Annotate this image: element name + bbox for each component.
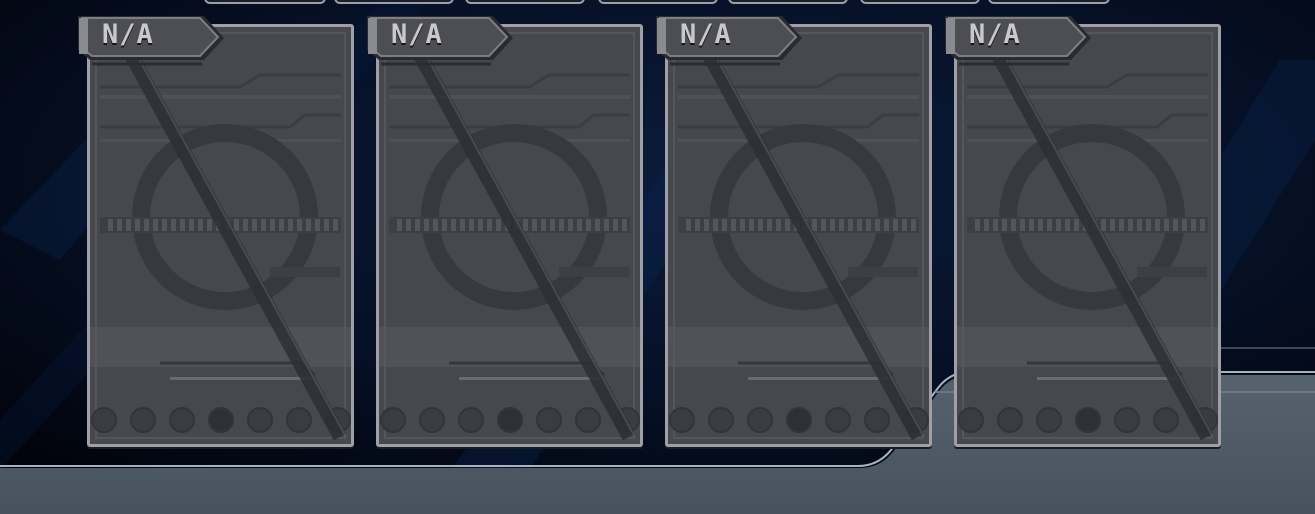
empty-card-frame bbox=[954, 24, 1221, 447]
top-tab-4[interactable] bbox=[598, 0, 718, 4]
top-tab-7[interactable] bbox=[988, 0, 1110, 4]
empty-card-art bbox=[90, 27, 351, 444]
top-tab-5[interactable] bbox=[728, 0, 848, 4]
top-tab-3[interactable] bbox=[465, 0, 585, 4]
top-tab-6[interactable] bbox=[860, 0, 980, 4]
slot-tag: N/A bbox=[76, 14, 226, 70]
empty-card-frame bbox=[665, 24, 932, 447]
slot-tag: N/A bbox=[943, 14, 1093, 70]
card-slot-3[interactable]: N/A bbox=[654, 14, 939, 454]
top-tab-1[interactable] bbox=[204, 0, 326, 4]
empty-card-frame bbox=[376, 24, 643, 447]
slot-tag-label: N/A bbox=[391, 19, 443, 50]
game-screen: N/A N/A N/A N/A bbox=[0, 0, 1315, 514]
slot-tag-label: N/A bbox=[102, 19, 154, 50]
empty-card-art bbox=[957, 27, 1218, 444]
empty-card-art bbox=[379, 27, 640, 444]
empty-card-art bbox=[668, 27, 929, 444]
slot-tag: N/A bbox=[654, 14, 804, 70]
card-slot-4[interactable]: N/A bbox=[943, 14, 1228, 454]
top-tab-2[interactable] bbox=[334, 0, 454, 4]
slot-tag-label: N/A bbox=[680, 19, 732, 50]
card-slot-1[interactable]: N/A bbox=[76, 14, 361, 454]
slot-tag: N/A bbox=[365, 14, 515, 70]
empty-card-frame bbox=[87, 24, 354, 447]
card-slot-2[interactable]: N/A bbox=[365, 14, 650, 454]
slot-tag-label: N/A bbox=[969, 19, 1021, 50]
